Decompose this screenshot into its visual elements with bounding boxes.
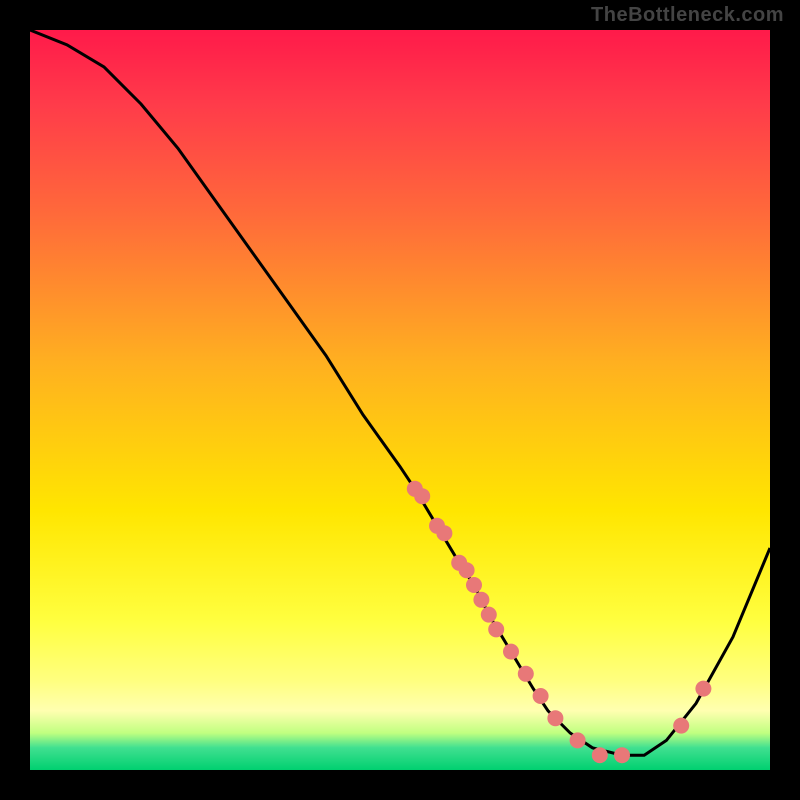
data-marker	[414, 488, 430, 504]
data-marker	[488, 621, 504, 637]
bottleneck-curve	[30, 30, 770, 755]
data-marker	[459, 562, 475, 578]
data-marker	[673, 718, 689, 734]
data-marker	[533, 688, 549, 704]
data-markers	[407, 481, 712, 763]
data-marker	[695, 681, 711, 697]
chart-container: TheBottleneck.com	[0, 0, 800, 800]
plot-area	[30, 30, 770, 770]
data-marker	[547, 710, 563, 726]
data-marker	[503, 644, 519, 660]
data-marker	[570, 732, 586, 748]
data-marker	[614, 747, 630, 763]
data-marker	[466, 577, 482, 593]
watermark-text: TheBottleneck.com	[591, 4, 784, 27]
data-marker	[436, 525, 452, 541]
data-marker	[481, 607, 497, 623]
data-marker	[592, 747, 608, 763]
chart-svg	[30, 30, 770, 770]
data-marker	[518, 666, 534, 682]
data-marker	[473, 592, 489, 608]
